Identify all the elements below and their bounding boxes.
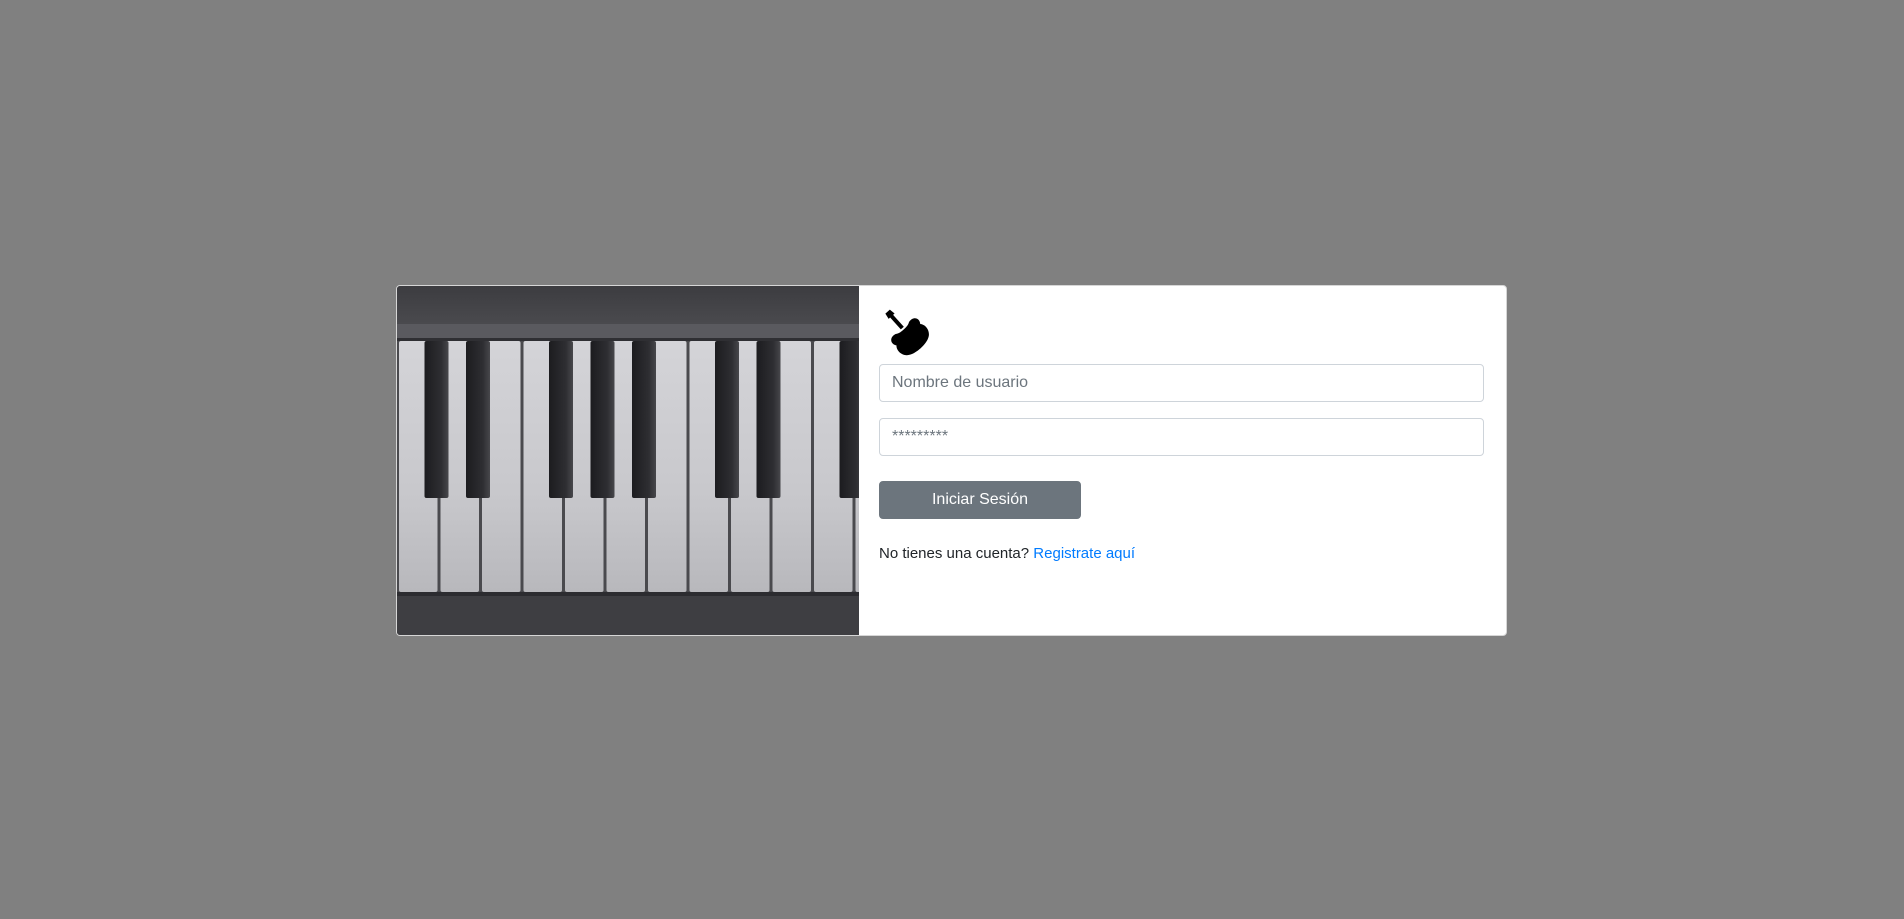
login-button[interactable]: Iniciar Sesión [879, 481, 1081, 519]
piano-black-key [424, 341, 449, 498]
register-link[interactable]: Registrate aquí [1033, 545, 1135, 562]
piano-black-key [715, 341, 739, 498]
piano-black-key [839, 341, 859, 498]
signup-prompt: No tienes una cuenta? Registrate aquí [879, 545, 1135, 562]
login-card: Iniciar Sesión No tienes una cuenta? Reg… [396, 285, 1507, 636]
piano-black-key [549, 341, 573, 498]
electric-guitar-icon [885, 309, 929, 356]
username-input[interactable] [879, 364, 1484, 402]
piano-black-key [590, 341, 615, 498]
no-account-text: No tienes una cuenta? [879, 545, 1030, 562]
login-form: Iniciar Sesión No tienes una cuenta? Reg… [859, 286, 1506, 635]
piano-keys-image [397, 286, 859, 635]
piano-black-key [756, 341, 781, 498]
piano-black-key [632, 341, 656, 498]
password-input[interactable] [879, 418, 1484, 456]
piano-black-key [466, 341, 490, 498]
